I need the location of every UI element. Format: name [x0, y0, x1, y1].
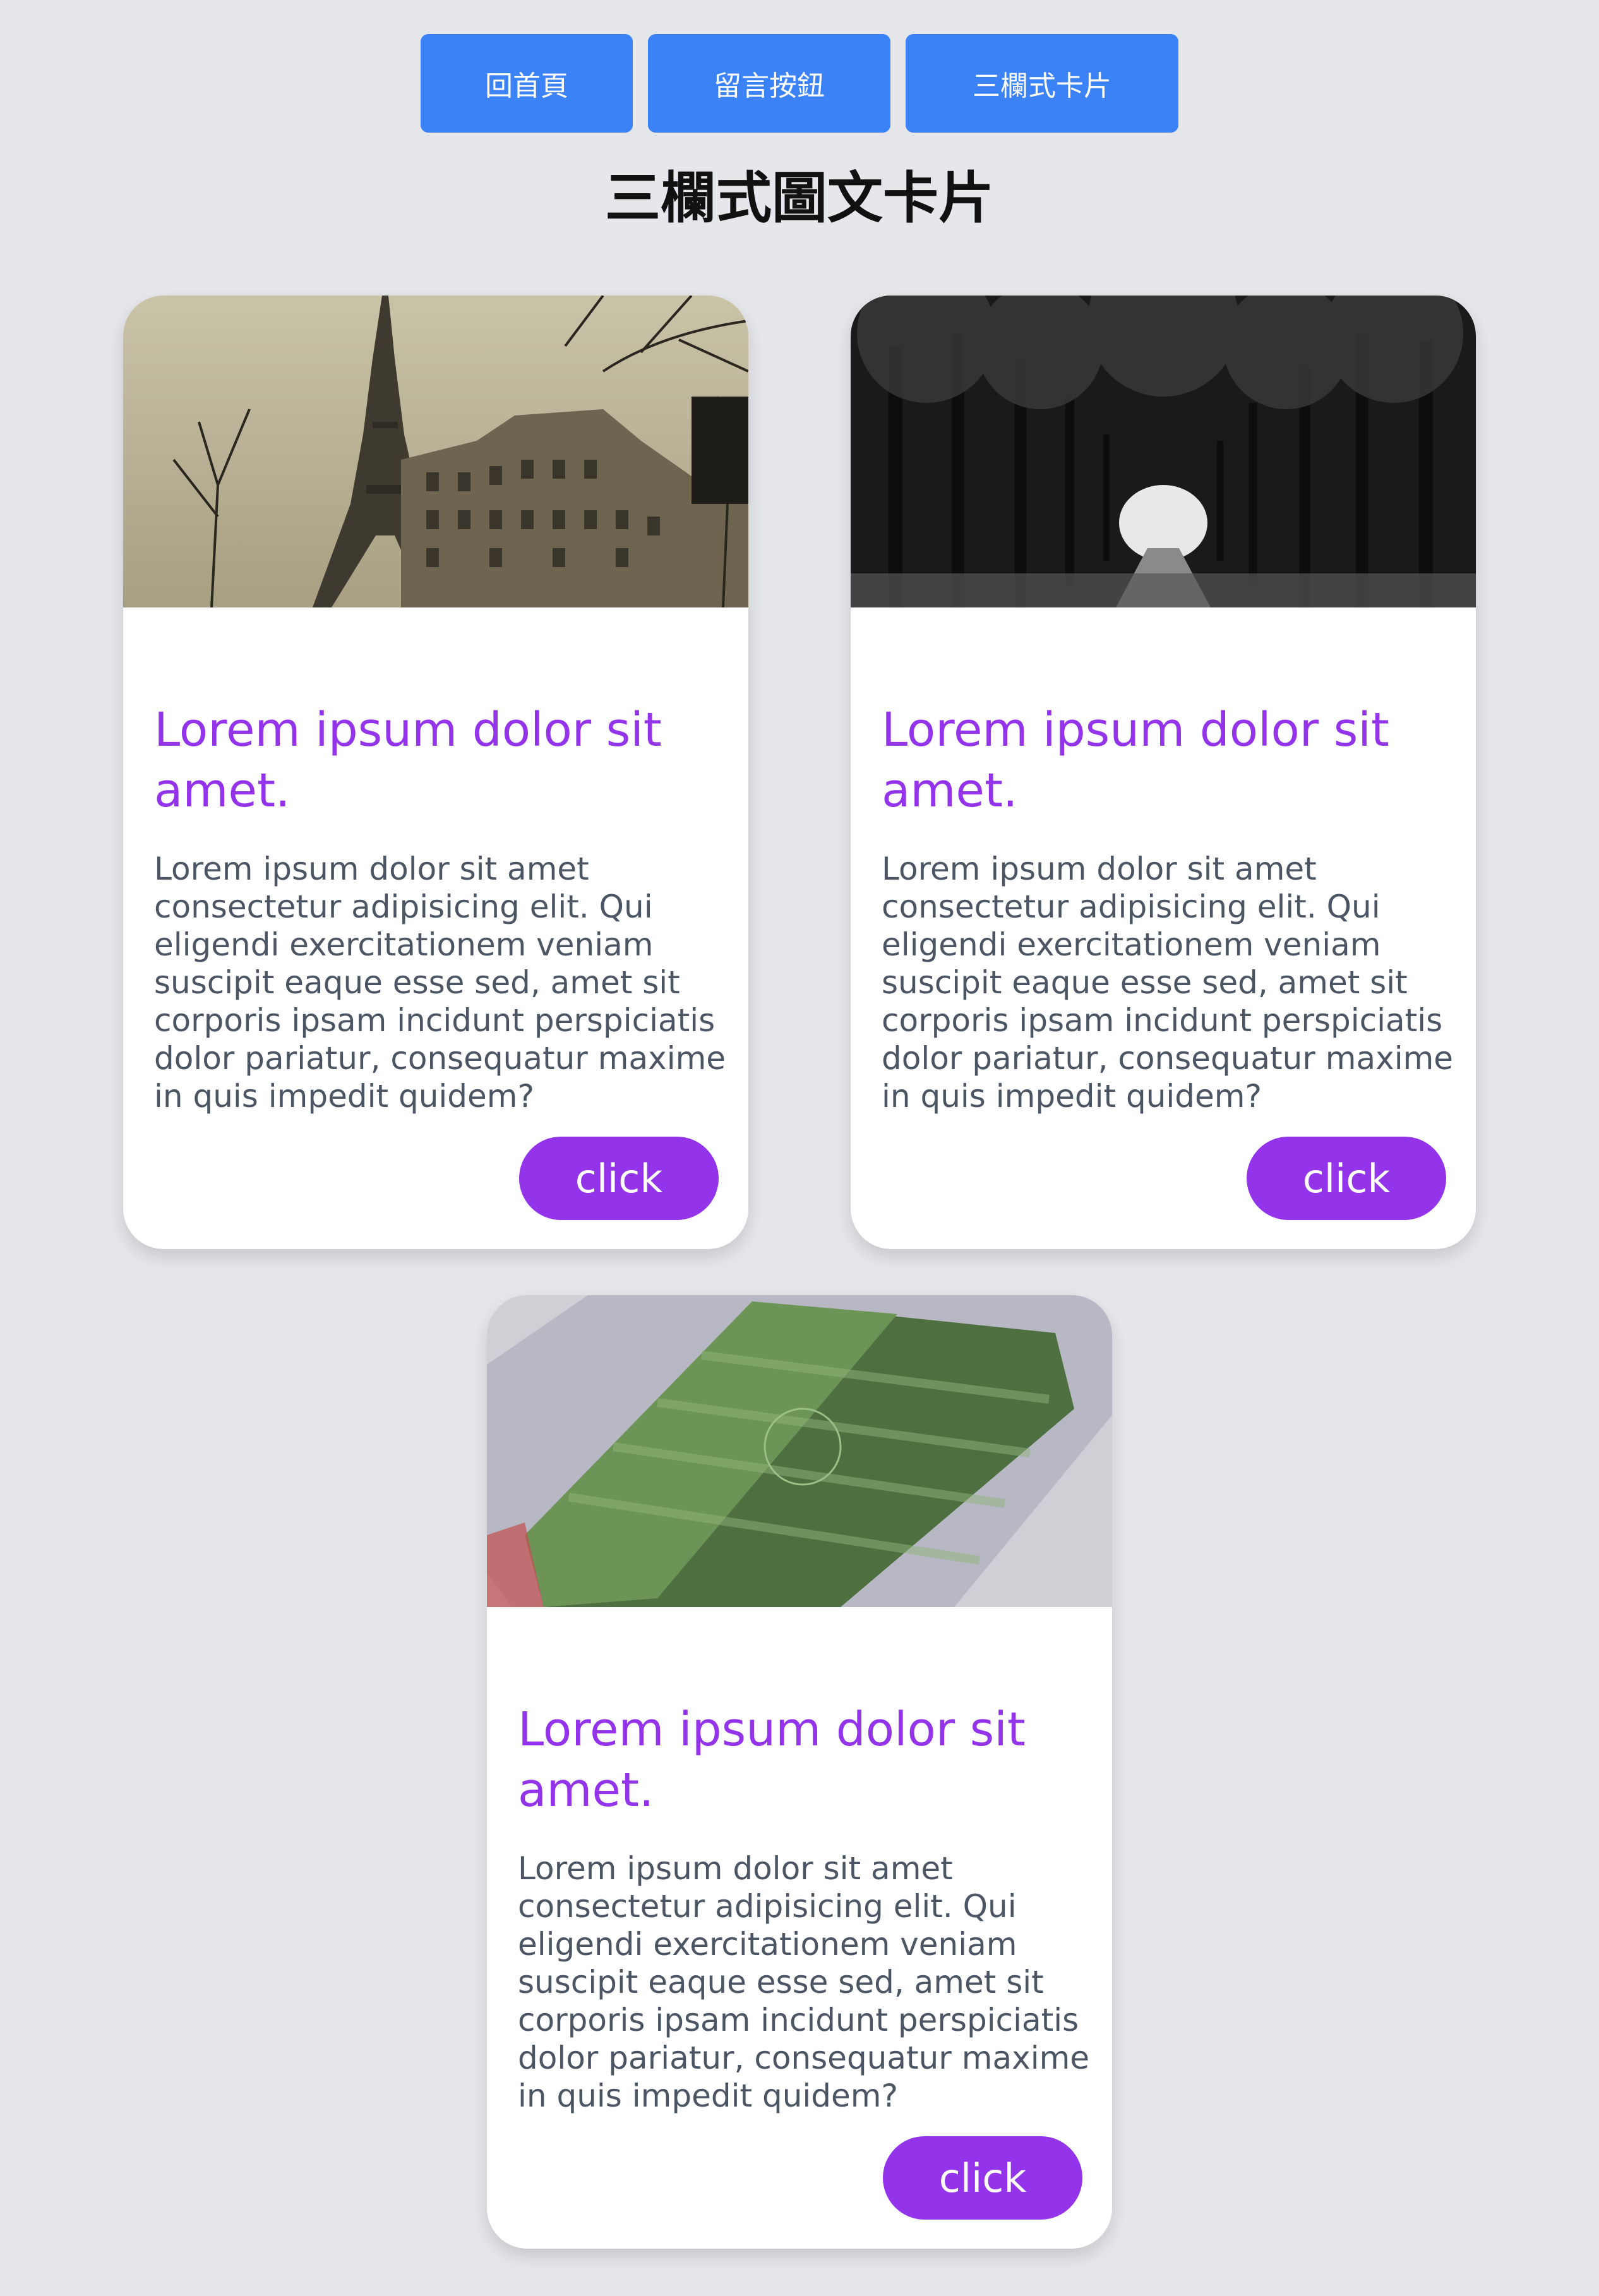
card: Lorem ipsum dolor sit amet. Lorem ipsum …: [123, 296, 748, 1249]
comment-button[interactable]: 留言按鈕: [648, 34, 890, 133]
click-button[interactable]: click: [883, 2136, 1082, 2220]
card-image-eiffel-tower: [123, 296, 748, 607]
card-image-stadium: [487, 1295, 1112, 1607]
click-button[interactable]: click: [519, 1137, 719, 1220]
card-text: Lorem ipsum dolor sit amet consectetur a…: [518, 1850, 1090, 2114]
home-button[interactable]: 回首頁: [421, 34, 633, 133]
card: Lorem ipsum dolor sit amet. Lorem ipsum …: [851, 296, 1476, 1249]
click-button[interactable]: click: [1247, 1137, 1446, 1220]
card-title: Lorem ipsum dolor sit amet.: [882, 703, 1389, 818]
card-title: Lorem ipsum dolor sit amet.: [154, 703, 662, 818]
three-column-cards-button[interactable]: 三欄式卡片: [906, 34, 1178, 133]
card-image-tree-road: [851, 296, 1476, 607]
card-text: Lorem ipsum dolor sit amet consectetur a…: [882, 851, 1454, 1115]
card-title: Lorem ipsum dolor sit amet.: [518, 1702, 1026, 1817]
card: Lorem ipsum dolor sit amet. Lorem ipsum …: [487, 1295, 1112, 2249]
card-text: Lorem ipsum dolor sit amet consectetur a…: [154, 851, 726, 1115]
page-title: 三欄式圖文卡片: [604, 165, 994, 230]
top-nav: 回首頁 留言按鈕 三欄式卡片: [0, 34, 1599, 133]
